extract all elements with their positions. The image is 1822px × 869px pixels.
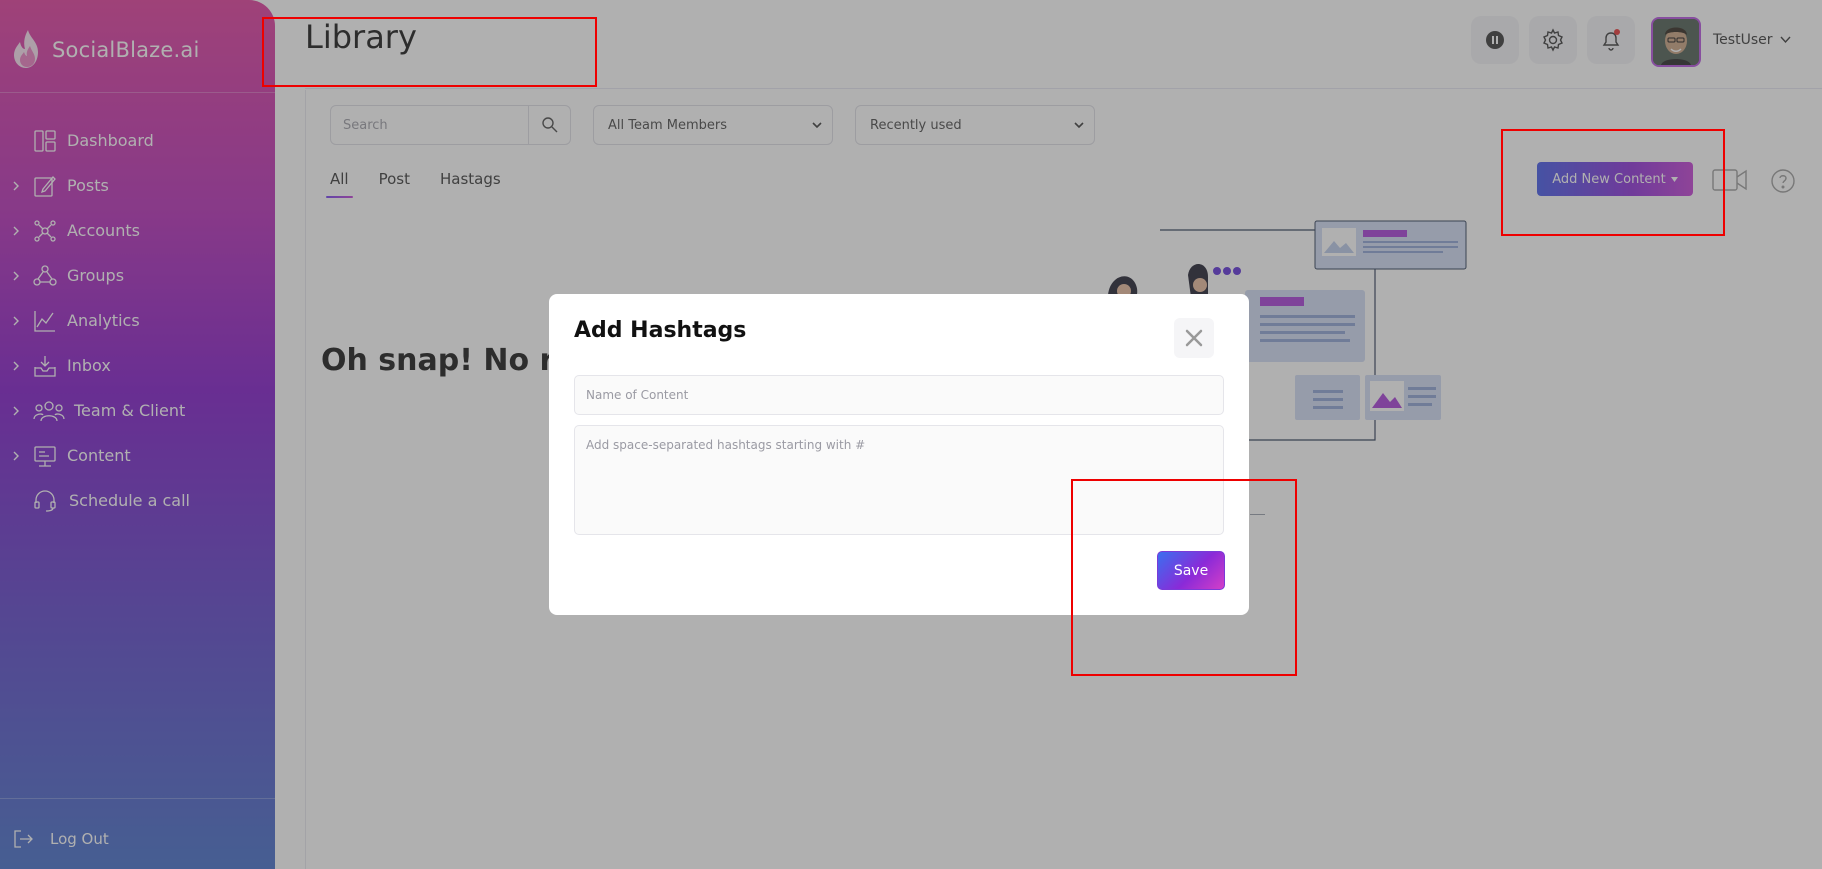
- annotation-box-save: [1071, 479, 1297, 676]
- content-name-input[interactable]: [574, 375, 1224, 415]
- annotation-box-title: [262, 17, 597, 87]
- close-button[interactable]: [1174, 318, 1214, 358]
- modal-title: Add Hashtags: [574, 318, 747, 343]
- close-icon: [1185, 329, 1203, 347]
- annotation-box-add-content: [1501, 129, 1725, 236]
